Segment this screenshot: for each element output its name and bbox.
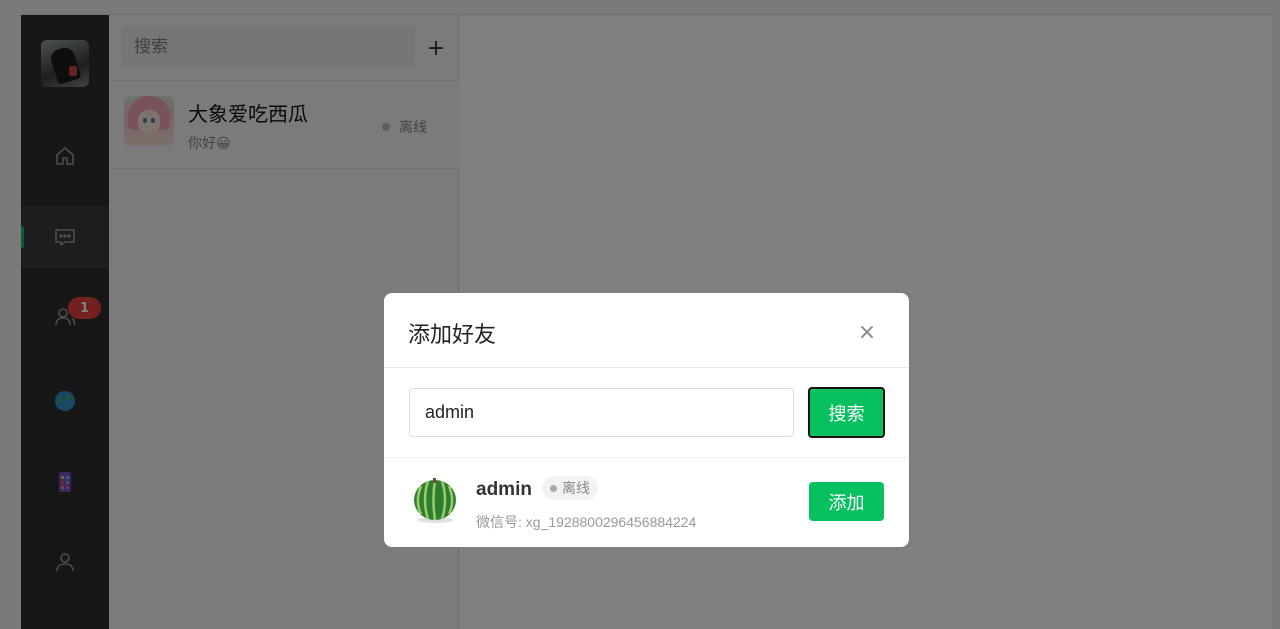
result-status-label: 离线	[562, 481, 590, 497]
result-status-badge: 离线	[542, 476, 598, 500]
divider	[384, 367, 909, 368]
friend-search-input[interactable]	[409, 388, 794, 437]
add-friend-dialog: 添加好友 × 搜索 admin 离线 微信号: xg_1928800296456…	[384, 293, 909, 547]
search-button[interactable]: 搜索	[808, 387, 885, 438]
watermelon-avatar	[414, 478, 456, 523]
offline-dot-icon	[550, 484, 557, 492]
result-wechat-id: 微信号: xg_1928800296456884224	[476, 514, 697, 530]
divider	[384, 457, 909, 458]
add-friend-button[interactable]: 添加	[809, 482, 884, 521]
dialog-title: 添加好友	[408, 323, 497, 348]
close-icon[interactable]: ×	[857, 322, 877, 344]
result-name: admin	[476, 479, 532, 500]
